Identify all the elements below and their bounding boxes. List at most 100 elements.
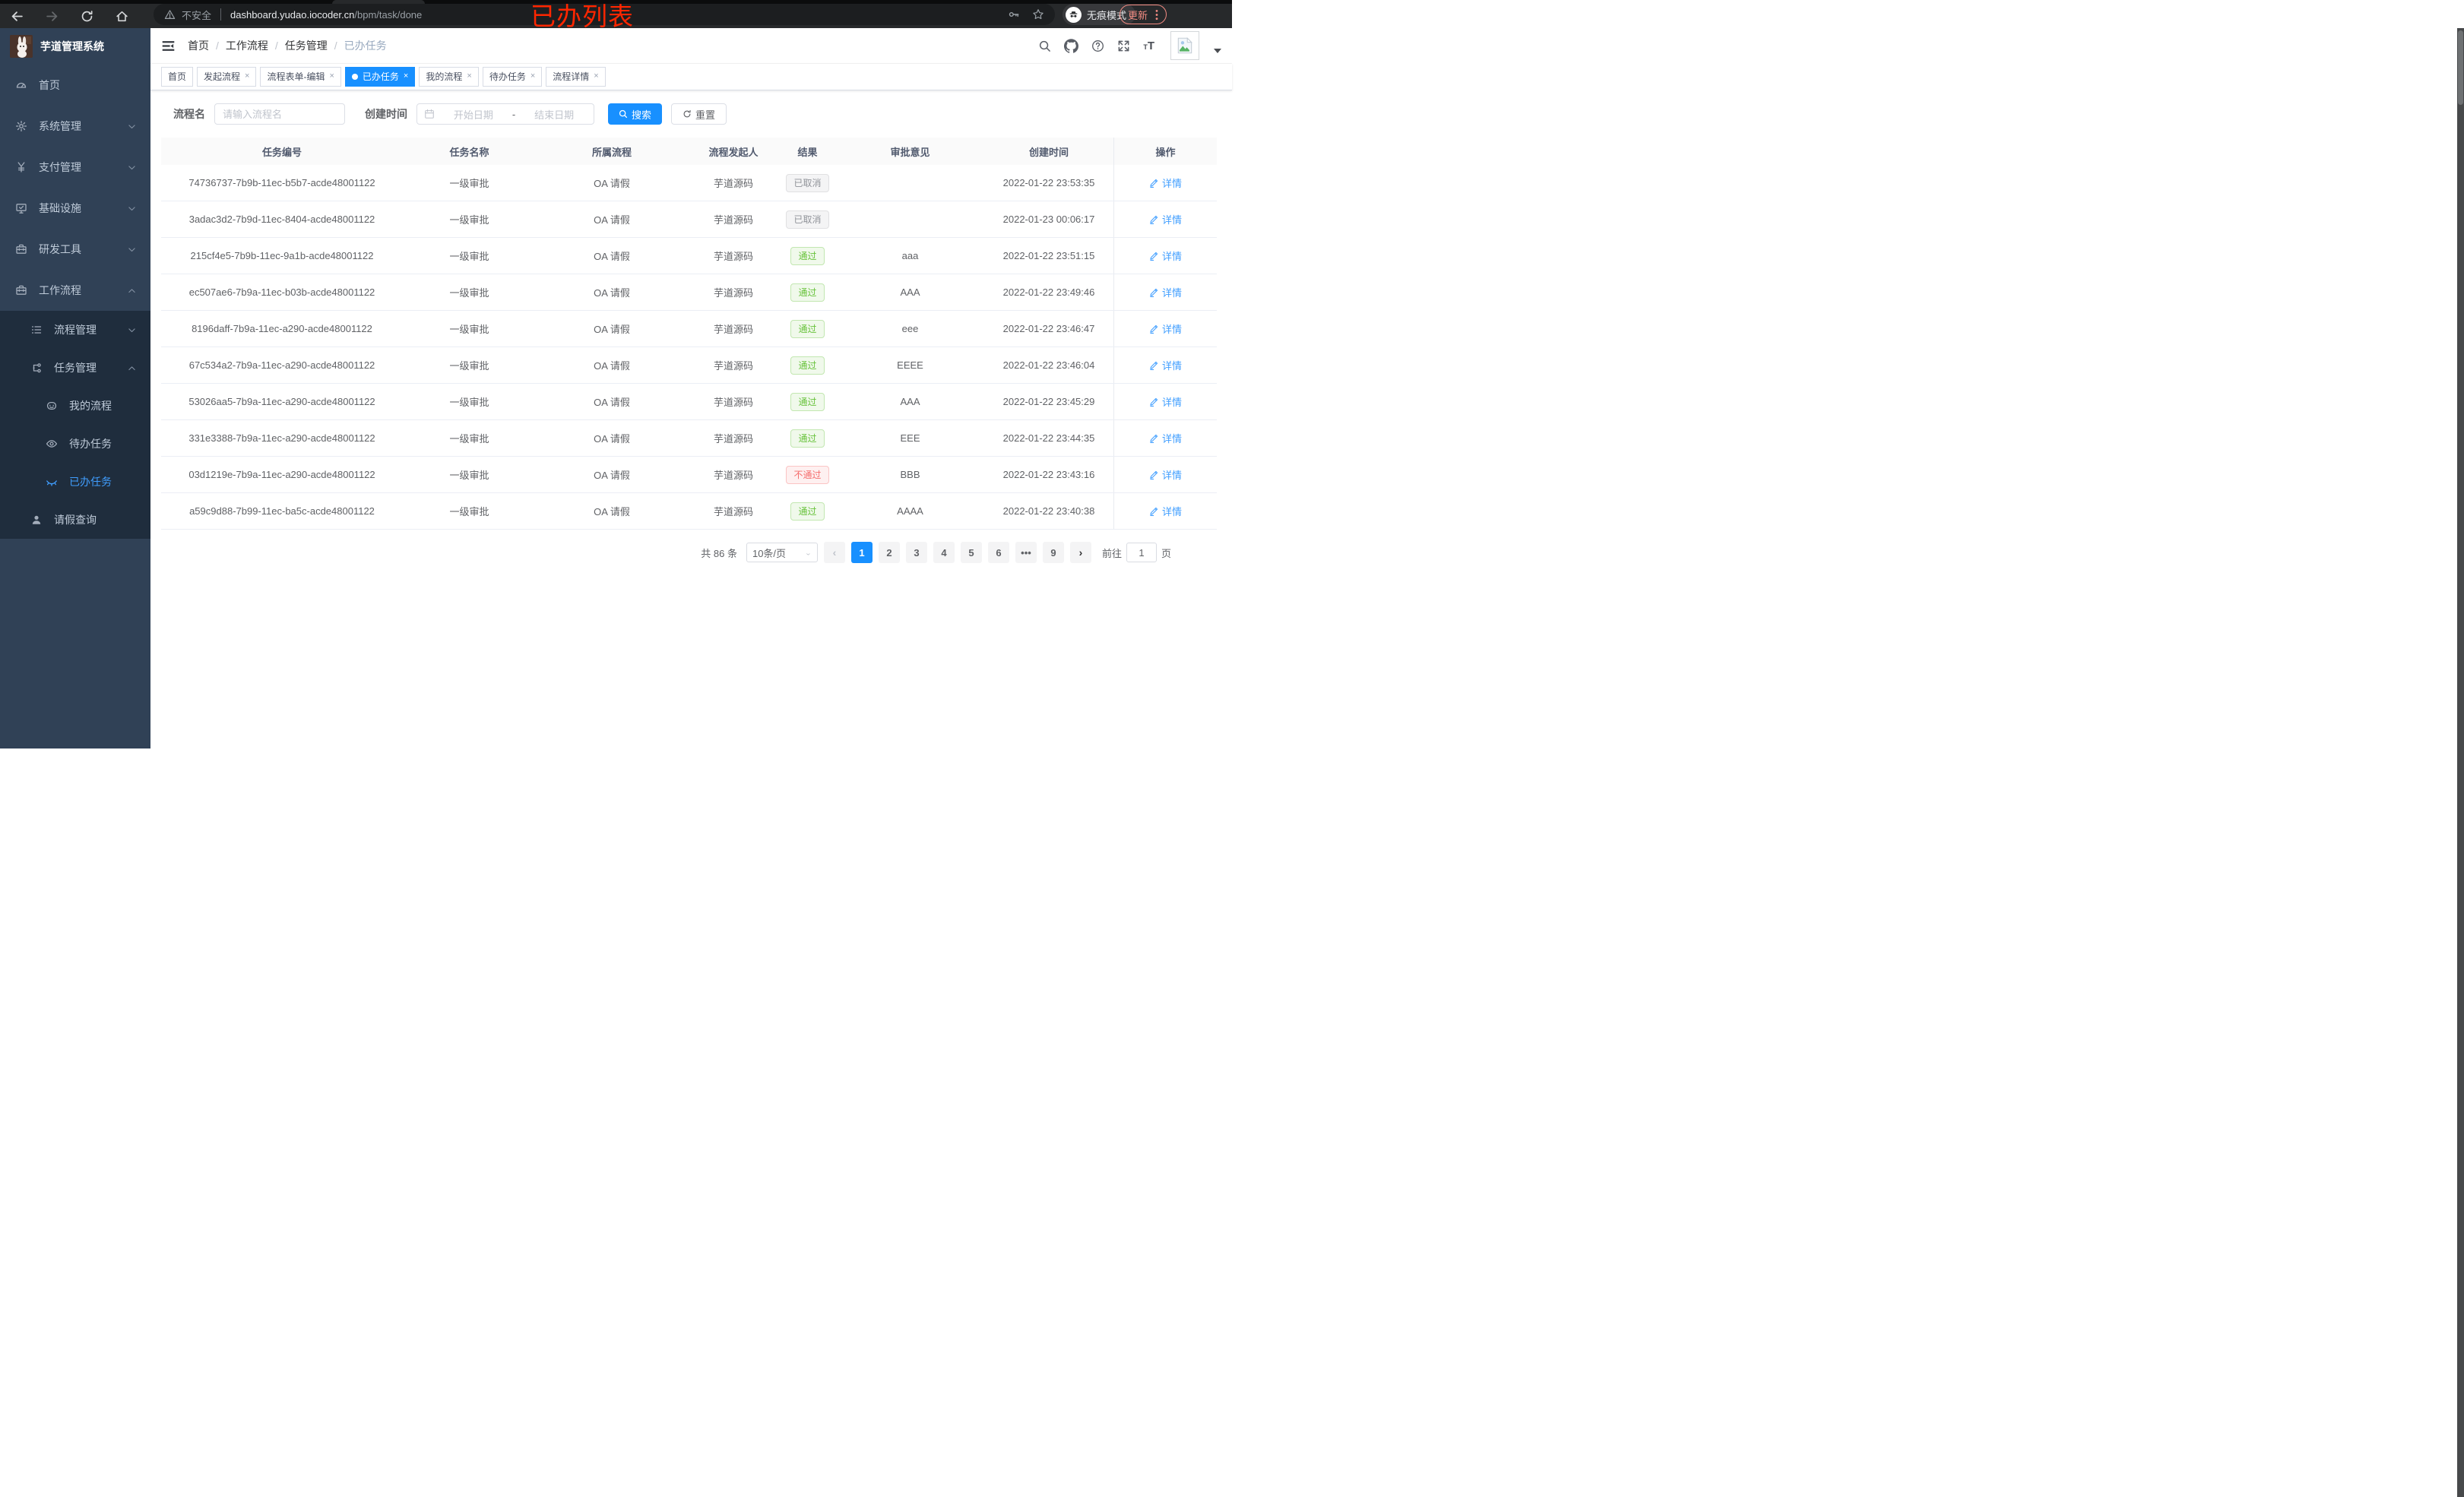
- detail-link-label: 详情: [1161, 506, 1182, 517]
- tab-0[interactable]: 首页: [161, 66, 194, 87]
- pagination-page-button[interactable]: 5: [960, 542, 982, 563]
- security-label[interactable]: 不安全: [182, 8, 211, 22]
- detail-link[interactable]: 详情: [1149, 285, 1182, 299]
- reset-button[interactable]: 重置: [671, 103, 727, 125]
- pagination-more-button[interactable]: •••: [1015, 542, 1037, 563]
- detail-link-label: 详情: [1161, 287, 1182, 299]
- sidebar-item-my-process[interactable]: 我的流程: [0, 387, 150, 425]
- table-row: 331e3388-7b9a-11ec-a290-acde48001122 一级审批…: [161, 420, 1217, 457]
- task-id-cell: 331e3388-7b9a-11ec-a290-acde48001122: [188, 432, 375, 444]
- tab-close-icon[interactable]: ×: [594, 72, 598, 81]
- scrollbar-thumb[interactable]: [2458, 30, 2463, 105]
- sidebar-item-todo-tasks[interactable]: 待办任务: [0, 425, 150, 463]
- pagination-page-button[interactable]: 4: [933, 542, 955, 563]
- tab-close-icon[interactable]: ×: [329, 72, 334, 81]
- security-warning-icon[interactable]: [164, 9, 176, 21]
- browser-forward-icon[interactable]: [46, 10, 59, 23]
- sidebar-item-workflow[interactable]: 工作流程: [0, 270, 150, 311]
- result-badge: 已取消: [786, 173, 829, 192]
- tab-active-3[interactable]: 已办任务 ×: [344, 66, 416, 87]
- tab-4[interactable]: 我的流程 ×: [419, 66, 479, 87]
- result-badge: 通过: [790, 319, 825, 338]
- tab-close-icon[interactable]: ×: [245, 72, 249, 81]
- detail-link[interactable]: 详情: [1149, 321, 1182, 336]
- pagination-prev-button[interactable]: ‹: [823, 542, 845, 563]
- sidebar-item-dev-tools[interactable]: 研发工具: [0, 229, 150, 270]
- avatar-caret-icon[interactable]: [1214, 49, 1221, 53]
- pagination-page-button[interactable]: 2: [878, 542, 900, 563]
- browser-reload-icon[interactable]: [81, 10, 93, 23]
- tab-label: 流程详情: [553, 71, 590, 82]
- sidebar-collapse-icon[interactable]: [161, 39, 176, 53]
- detail-link[interactable]: 详情: [1149, 394, 1182, 409]
- detail-link[interactable]: 详情: [1149, 504, 1182, 518]
- detail-link[interactable]: 详情: [1149, 212, 1182, 226]
- pagination-page-button[interactable]: 9: [1042, 542, 1064, 563]
- key-icon[interactable]: [1008, 8, 1020, 21]
- search-button[interactable]: 搜索: [608, 103, 663, 125]
- sidebar-item-task-mgmt[interactable]: 任务管理: [0, 349, 150, 387]
- detail-link[interactable]: 详情: [1149, 248, 1182, 263]
- page-size-select[interactable]: 10条/页 ⌄: [746, 543, 818, 562]
- create-time-label: 创建时间: [365, 108, 407, 120]
- update-button[interactable]: 更新: [1120, 5, 1167, 24]
- page-scrollbar[interactable]: [2457, 28, 2464, 1497]
- font-size-icon[interactable]: TT: [1143, 40, 1154, 52]
- date-range-input[interactable]: 开始日期 - 结束日期: [416, 103, 594, 125]
- goto-page-input[interactable]: [1126, 543, 1157, 562]
- help-icon[interactable]: [1091, 40, 1104, 52]
- bookmark-star-icon[interactable]: [1032, 8, 1044, 21]
- tab-close-icon[interactable]: ×: [467, 72, 471, 81]
- detail-link[interactable]: 详情: [1149, 467, 1182, 482]
- process-name-input[interactable]: [214, 103, 345, 125]
- sidebar-item-home[interactable]: 首页: [0, 65, 150, 106]
- create-time-cell: 2022-01-22 23:45:29: [1002, 396, 1095, 407]
- pagination-page-button[interactable]: 1: [850, 542, 873, 563]
- browser-back-icon[interactable]: [11, 10, 24, 23]
- chevron-down-icon: [127, 204, 137, 214]
- tab-5[interactable]: 待办任务 ×: [482, 66, 543, 87]
- sidebar-item-payment[interactable]: 支付管理: [0, 147, 150, 188]
- update-label[interactable]: 更新: [1128, 8, 1148, 22]
- sidebar-item-infra[interactable]: 基础设施: [0, 188, 150, 229]
- pagination-next-button[interactable]: ›: [1069, 542, 1091, 563]
- sidebar-item-system[interactable]: 系统管理: [0, 106, 150, 147]
- table-row: 67c534a2-7b9a-11ec-a290-acde48001122 一级审批…: [161, 347, 1217, 384]
- sidebar-item-leave-query[interactable]: 请假查询: [0, 501, 150, 539]
- detail-link[interactable]: 详情: [1149, 176, 1182, 190]
- action-cell: 详情: [1113, 493, 1217, 529]
- breadcrumb-item-workflow[interactable]: 工作流程: [226, 38, 268, 53]
- browser-menu-icon[interactable]: [1155, 9, 1158, 21]
- sidebar-item-done-tasks[interactable]: 已办任务: [0, 463, 150, 501]
- breadcrumb-item-home[interactable]: 首页: [188, 38, 209, 53]
- page-url[interactable]: dashboard.yudao.iocoder.cn/bpm/task/done: [230, 9, 422, 21]
- column-header: 操作: [1113, 138, 1217, 165]
- pagination-page-button[interactable]: 3: [905, 542, 927, 563]
- browser-home-icon[interactable]: [116, 10, 128, 23]
- task-id-cell: 53026aa5-7b9a-11ec-a290-acde48001122: [188, 396, 375, 407]
- tab-1[interactable]: 发起流程 ×: [197, 66, 257, 87]
- pagination-page-button[interactable]: 6: [987, 542, 1009, 563]
- done-tasks-table: 任务编号 任务名称 所属流程 流程发起人 结果 审批意见 创建时间 操作 74736737-7…: [161, 138, 1217, 530]
- detail-link-label: 详情: [1161, 433, 1182, 445]
- tab-close-icon[interactable]: ×: [530, 72, 535, 81]
- edit-pen-icon: [1149, 214, 1159, 224]
- github-icon[interactable]: [1064, 38, 1079, 53]
- task-id-cell: 215cf4e5-7b9b-11ec-9a1b-acde48001122: [190, 250, 374, 261]
- fullscreen-icon[interactable]: [1117, 40, 1130, 52]
- header-search-icon[interactable]: [1038, 40, 1051, 52]
- column-header: 任务名称: [449, 146, 489, 158]
- start-date-placeholder[interactable]: 开始日期: [441, 107, 506, 122]
- edit-pen-icon: [1149, 360, 1159, 370]
- detail-link[interactable]: 详情: [1149, 358, 1182, 372]
- column-header: 结果: [797, 146, 818, 158]
- detail-link[interactable]: 详情: [1149, 431, 1182, 445]
- tab-2[interactable]: 流程表单-编辑 ×: [260, 66, 341, 87]
- avatar[interactable]: [1170, 31, 1199, 60]
- starter-cell: 芋道源码: [713, 251, 753, 262]
- end-date-placeholder[interactable]: 结束日期: [521, 107, 587, 122]
- tab-6[interactable]: 流程详情 ×: [546, 66, 606, 87]
- breadcrumb-item-task-mgmt[interactable]: 任务管理: [285, 38, 328, 53]
- tab-close-icon[interactable]: ×: [404, 72, 408, 81]
- sidebar-item-process-mgmt[interactable]: 流程管理: [0, 311, 150, 349]
